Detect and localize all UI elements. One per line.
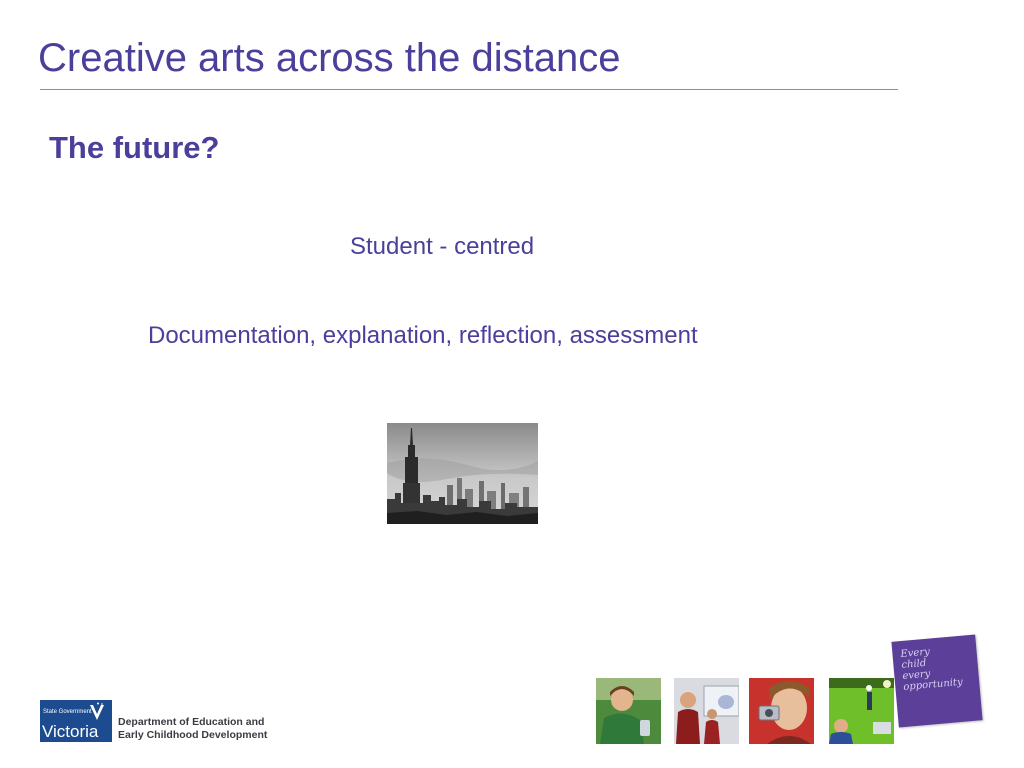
body-line-student-centred: Student - centred (350, 233, 535, 260)
thumbnail-student-phone (596, 678, 661, 744)
department-name: Department of Education and Early Childh… (118, 716, 267, 742)
logo-top-text: State Government (43, 709, 92, 715)
title-divider (40, 89, 898, 90)
thumbnail-student-camera (749, 678, 814, 744)
slide-title: Creative arts across the distance (38, 36, 621, 80)
victoria-government-logo: State Government Victoria (40, 700, 112, 742)
department-line-2: Early Childhood Development (118, 729, 268, 741)
thumbnail-classroom-board (674, 678, 739, 744)
slide-subtitle: The future? (49, 130, 220, 165)
department-line-1: Department of Education and (118, 716, 265, 728)
every-child-tagline-badge: Every child every opportunity (891, 634, 983, 728)
body-line-documentation: Documentation, explanation, reflection, … (148, 322, 698, 349)
thumbnail-green-screen-studio (829, 678, 894, 744)
logo-main-text: Victoria (42, 722, 99, 741)
city-skyline-photo (387, 423, 538, 524)
tagline-text: Every child every opportunity (900, 644, 963, 693)
